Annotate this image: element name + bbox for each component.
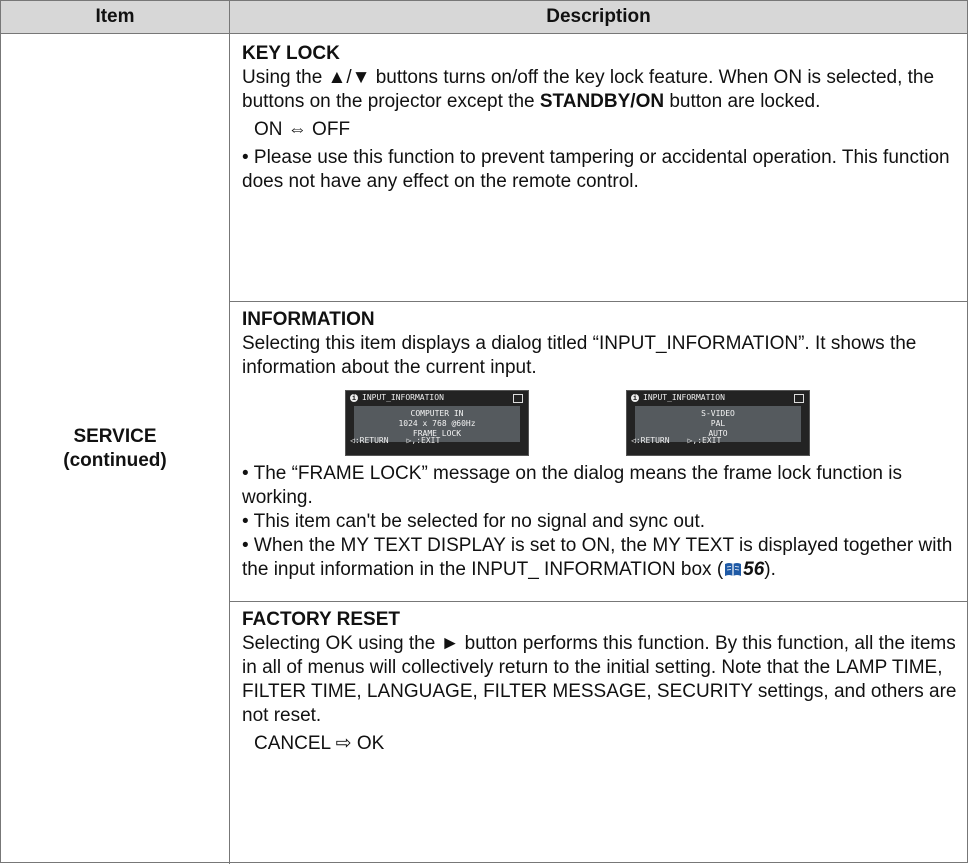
exit-label: ,:EXIT (692, 436, 722, 445)
exit-label: ,:EXIT (411, 436, 441, 445)
key-lock-text: Using the ▲/▼ buttons turns on/off the k… (242, 66, 962, 114)
input-information-dialog-svideo: i INPUT_INFORMATION S-VIDEO PAL AUTO ◁:R… (626, 390, 810, 456)
header-description: Description (546, 6, 651, 27)
information-section: INFORMATION Selecting this item displays… (242, 308, 962, 582)
key-lock-text-bold: STANDBY/ON (539, 91, 665, 112)
key-lock-options: ON ⇔ OFF (254, 119, 351, 140)
row-divider-2 (230, 601, 967, 602)
input-information-dialog-computer: i INPUT_INFORMATION COMPUTER IN 1024 x 7… (345, 390, 529, 456)
info-icon: i (631, 394, 639, 402)
service-menu-table: Item Description SERVICE (continued) KEY… (0, 0, 968, 864)
information-note-3: • When the MY TEXT DISPLAY is set to ON,… (242, 534, 962, 582)
dialog-titlebar: i INPUT_INFORMATION (346, 391, 528, 405)
window-icon (513, 394, 523, 403)
item-label-line2: (continued) (63, 450, 167, 471)
row-divider-1 (230, 301, 967, 302)
information-text: Selecting this item displays a dialog ti… (242, 333, 917, 378)
key-lock-section: KEY LOCK Using the ▲/▼ buttons turns on/… (242, 42, 962, 194)
page-reference[interactable]: 56 (743, 559, 764, 580)
dialog-line: PAL (710, 419, 726, 428)
dialog-footer: ◁:RETURN ▷,:EXIT (631, 429, 721, 453)
book-reference-icon (725, 563, 742, 576)
factory-reset-options: CANCEL ⇨ OK (254, 733, 385, 754)
note3-text-a: • When the MY TEXT DISPLAY is set to ON,… (242, 535, 953, 580)
information-title: INFORMATION (242, 309, 375, 330)
window-icon (794, 394, 804, 403)
dialog-line: COMPUTER IN (410, 409, 464, 418)
dialog-footer: ◁:RETURN ▷,:EXIT (350, 429, 440, 453)
column-divider (229, 1, 230, 864)
dialog-titlebar: i INPUT_INFORMATION (627, 391, 809, 405)
return-hint: ◁:RETURN (350, 436, 389, 445)
information-note-2: • This item can't be selected for no sig… (242, 511, 706, 532)
factory-reset-section: FACTORY RESET Selecting OK using the ► b… (242, 608, 962, 760)
header-item: Item (95, 6, 135, 27)
key-lock-text-b: button are locked. (664, 91, 821, 112)
dialog-examples: i INPUT_INFORMATION COMPUTER IN 1024 x 7… (345, 390, 962, 456)
exit-hint: ▷,:EXIT (687, 436, 722, 445)
info-icon: i (350, 394, 358, 402)
dialog-line: S-VIDEO (701, 409, 735, 418)
key-lock-title: KEY LOCK (242, 43, 340, 64)
information-note-1: • The “FRAME LOCK” message on the dialog… (242, 463, 902, 508)
note3-text-b: ). (764, 559, 776, 580)
dialog-line: 1024 x 768 @60Hz (398, 419, 476, 428)
factory-reset-text: Selecting OK using the ► button performs… (242, 633, 957, 726)
key-lock-note: • Please use this function to prevent ta… (242, 147, 950, 192)
return-label: :RETURN (635, 436, 670, 445)
item-label-line1: SERVICE (73, 426, 157, 447)
return-label: :RETURN (354, 436, 389, 445)
return-hint: ◁:RETURN (631, 436, 670, 445)
factory-reset-title: FACTORY RESET (242, 609, 401, 630)
exit-hint: ▷,:EXIT (406, 436, 441, 445)
table-header: Item Description (1, 1, 967, 34)
item-label: SERVICE (continued) (1, 34, 229, 864)
